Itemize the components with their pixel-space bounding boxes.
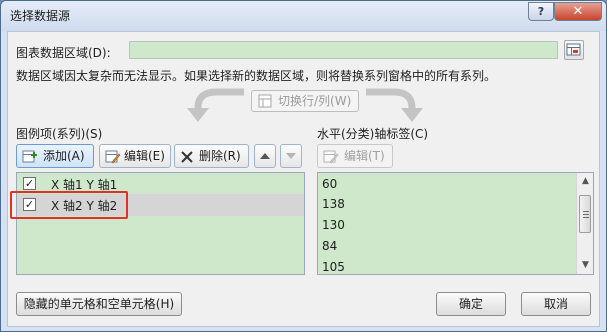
triangle-up-icon xyxy=(260,153,270,159)
edit-series-label: 编辑(E) xyxy=(124,149,165,163)
hidden-empty-cells-button[interactable]: 隐藏的单元格和空单元格(H) xyxy=(16,292,182,316)
title-bar: 选择数据源 ? ✕ xyxy=(1,1,606,31)
switch-row-column-button[interactable]: 切换行/列(W) xyxy=(251,90,359,112)
ok-button[interactable]: 确定 xyxy=(436,292,506,316)
scroll-thumb[interactable] xyxy=(579,195,591,233)
axis-label-item: 84 xyxy=(322,239,338,253)
series-list[interactable]: ✓ X 轴1 Y 轴1 ✓ X 轴2 Y 轴2 xyxy=(16,172,305,275)
axis-labels-header: 水平(分类)轴标签(C) xyxy=(317,127,429,141)
collapse-dialog-button[interactable] xyxy=(564,40,584,60)
axis-label-item: 138 xyxy=(322,197,345,211)
dialog-body: 图表数据区域(D): 数据区域因太复杂而无法显示。如果选择新的数据区域，则将替换… xyxy=(7,31,600,327)
scroll-down-icon[interactable]: ▼ xyxy=(577,257,594,274)
warning-text: 数据区域因太复杂而无法显示。如果选择新的数据区域，则将替换系列窗格中的所有系列。 xyxy=(16,69,497,83)
cancel-button[interactable]: 取消 xyxy=(521,292,591,316)
help-button[interactable]: ? xyxy=(528,2,554,21)
delete-series-label: 删除(R) xyxy=(199,149,241,163)
series-checkbox[interactable]: ✓ xyxy=(23,177,36,190)
close-button[interactable]: ✕ xyxy=(554,2,602,21)
axis-label-item: 60 xyxy=(322,177,338,191)
delete-series-button[interactable]: 删除(R) xyxy=(174,144,249,168)
axis-list-scrollbar[interactable]: ▲ ▼ xyxy=(576,173,593,274)
edit-series-button[interactable]: 编辑(E) xyxy=(99,144,171,168)
axis-labels-list[interactable]: 60 138 130 84 105 ▲ ▼ xyxy=(317,172,594,275)
legend-series-header: 图例项(系列)(S) xyxy=(16,127,103,141)
edit-axis-labels-button[interactable]: 编辑(T) xyxy=(317,144,393,168)
chart-range-label: 图表数据区域(D): xyxy=(16,46,111,60)
edit-icon xyxy=(105,149,121,171)
delete-icon xyxy=(180,149,194,171)
edit-axis-icon xyxy=(323,149,339,171)
add-series-label: 添加(A) xyxy=(43,149,85,163)
switch-row-column-label: 切换行/列(W) xyxy=(278,94,352,108)
range-select-icon xyxy=(566,43,581,56)
axis-label-item: 130 xyxy=(322,218,345,232)
add-icon xyxy=(22,149,38,171)
scroll-up-icon[interactable]: ▲ xyxy=(577,173,594,190)
move-up-button[interactable] xyxy=(254,144,276,168)
axis-label-item: 105 xyxy=(322,260,345,274)
add-series-button[interactable]: 添加(A) xyxy=(16,144,94,168)
move-down-button[interactable] xyxy=(280,144,302,168)
switch-row-column-icon xyxy=(258,94,272,114)
dialog-title: 选择数据源 xyxy=(10,9,71,23)
triangle-down-icon xyxy=(286,153,296,159)
chart-range-input[interactable] xyxy=(129,41,558,59)
select-data-source-dialog: 选择数据源 ? ✕ 图表数据区域(D): 数据区域因太复杂而无法显示。如果选择新… xyxy=(0,0,607,332)
highlight-annotation xyxy=(10,191,128,219)
left-curved-arrow-icon xyxy=(187,88,244,122)
edit-axis-labels-label: 编辑(T) xyxy=(344,149,385,163)
right-curved-arrow-icon xyxy=(366,88,423,122)
